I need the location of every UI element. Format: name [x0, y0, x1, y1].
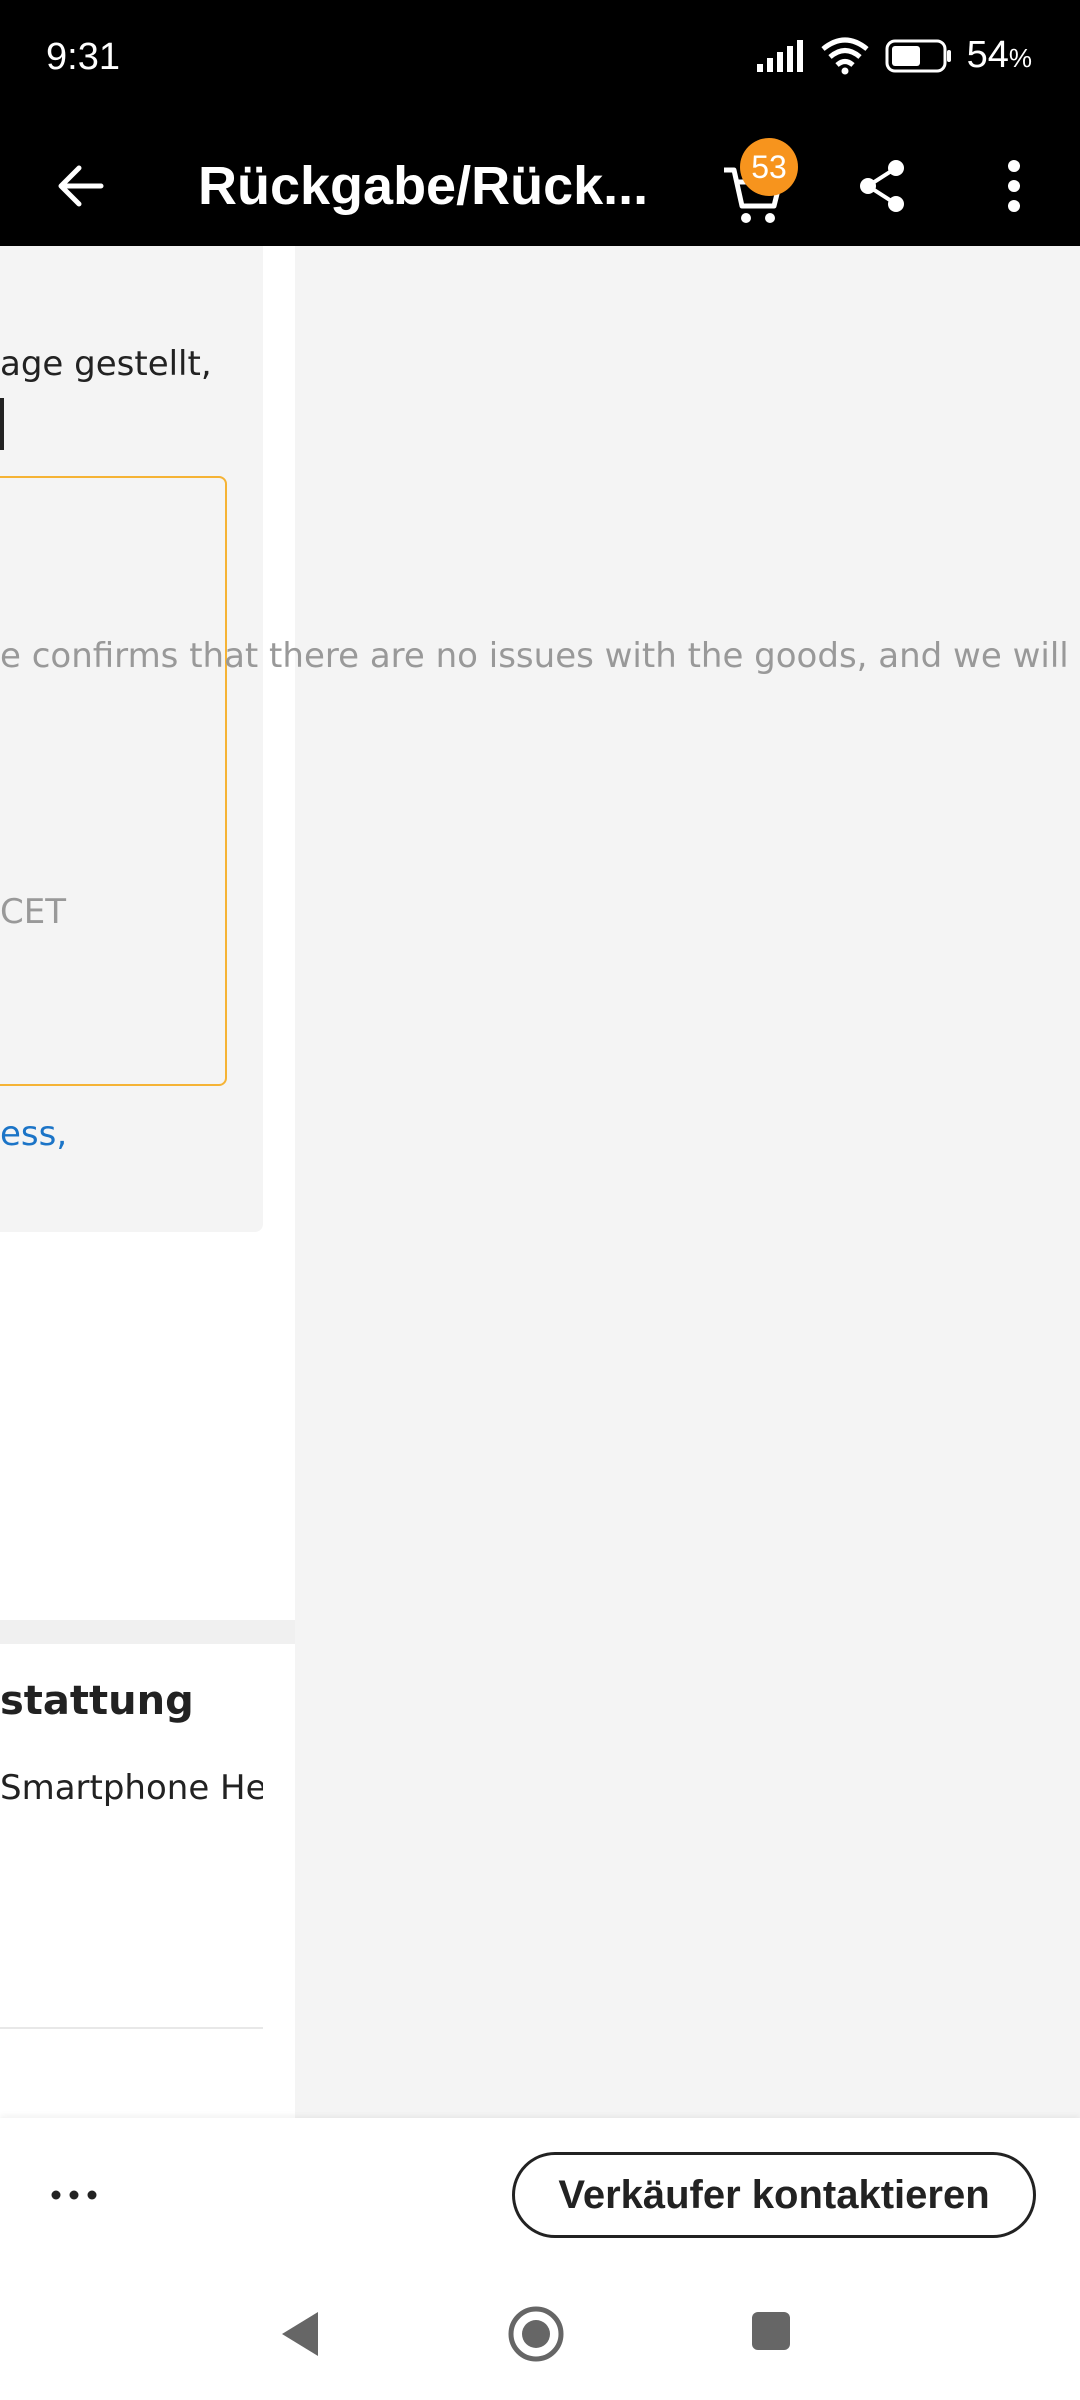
refund-section: stattung Smartphone Hel... — [0, 1644, 295, 2118]
request-status-text: age gestellt, — [0, 344, 212, 384]
status-time: 9:31 — [46, 36, 120, 78]
return-address-link[interactable]: ess, — [0, 1114, 67, 1154]
share-button[interactable] — [842, 146, 922, 226]
wifi-icon — [821, 37, 869, 74]
cart-count-badge: 53 — [740, 138, 798, 196]
back-button[interactable] — [40, 146, 120, 226]
product-name[interactable]: Smartphone Hel... — [0, 1768, 263, 1808]
refund-section-title: stattung — [0, 1678, 194, 1724]
notice-text: e confirms that there are no issues with… — [0, 636, 1080, 676]
nav-recent-apps-icon[interactable] — [752, 2312, 790, 2350]
cart-button[interactable]: 53 — [706, 138, 806, 234]
more-vertical-icon — [1008, 160, 1020, 212]
divider-line — [0, 2027, 263, 2029]
nav-home-icon[interactable] — [506, 2304, 566, 2364]
more-options-button[interactable] — [974, 146, 1054, 226]
status-icons: 54% — [755, 34, 1032, 77]
signal-icon — [756, 39, 803, 72]
more-actions-button[interactable] — [44, 2170, 104, 2220]
share-icon — [860, 160, 904, 212]
status-bar: 9:31 54% — [0, 0, 1080, 124]
status-card: age gestellt, CET ess, — [0, 246, 263, 1232]
more-horizontal-icon — [51, 2190, 97, 2200]
deadline-text: CET — [0, 892, 66, 932]
page-title: Rückgabe/Rück... — [198, 156, 649, 216]
battery-percent: 54% — [966, 34, 1032, 76]
arrow-left-icon — [58, 165, 104, 207]
copy-button-edge[interactable] — [0, 398, 4, 450]
nav-back-icon[interactable] — [276, 2308, 322, 2360]
system-nav-bar — [0, 2272, 1080, 2400]
app-bar: Rückgabe/Rück... 53 — [0, 124, 1080, 246]
battery-icon — [885, 39, 951, 72]
return-details-panel: age gestellt, CET ess, — [0, 246, 295, 1620]
section-divider — [0, 1620, 295, 1644]
notice-box — [0, 476, 227, 1086]
bottom-action-bar: Verkäufer kontaktieren — [0, 2118, 1080, 2272]
contact-seller-button[interactable]: Verkäufer kontaktieren — [512, 2152, 1036, 2238]
